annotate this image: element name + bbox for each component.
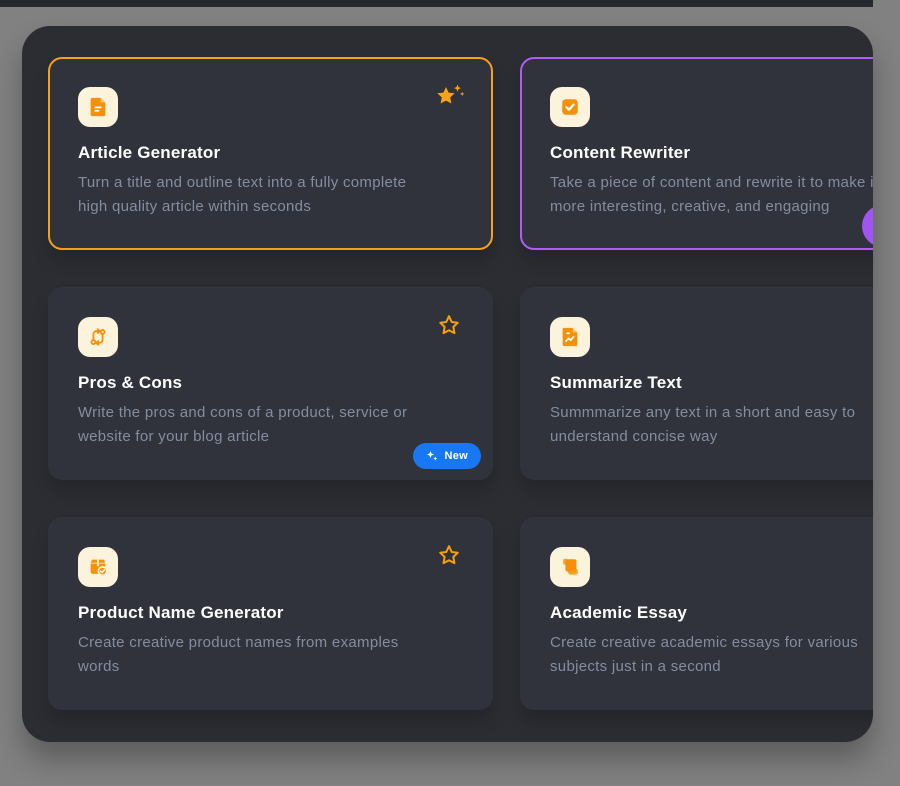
star-outline-icon [437,543,461,567]
document-icon [87,96,109,118]
tool-card-content-rewriter[interactable]: Content Rewriter Take a piece of content… [520,57,873,250]
favorite-star-button[interactable] [433,543,465,571]
document-chart-icon [559,326,581,348]
card-description: Summmarize any text in a short and easy … [550,401,873,449]
card-description: Create creative product names from examp… [78,631,463,679]
star-filled-sparkles-icon [433,83,465,111]
tools-grid: Article Generator Turn a title and outli… [48,57,873,710]
card-description: Write the pros and cons of a product, se… [78,401,463,449]
card-description: Turn a title and outline text into a ful… [78,171,463,219]
card-title: Content Rewriter [550,142,873,164]
new-badge-label: New [444,450,468,462]
card-description: Create creative academic essays for vari… [550,631,873,679]
favorite-star-button[interactable] [433,83,465,111]
tool-card-summarize-text[interactable]: Summarize Text Summmarize any text in a … [520,287,873,480]
scroll-icon [559,556,581,578]
sparkles-icon [426,450,438,462]
star-outline-icon [437,313,461,337]
tool-card-pros-cons[interactable]: Pros & Cons Write the pros and cons of a… [48,287,493,480]
tool-card-article-generator[interactable]: Article Generator Turn a title and outli… [48,57,493,250]
card-title: Product Name Generator [78,602,463,624]
tool-icon-tile [78,87,118,127]
tool-icon-tile [78,317,118,357]
tool-card-product-name-generator[interactable]: Product Name Generator Create creative p… [48,517,493,710]
tool-icon-tile [550,317,590,357]
card-description: Take a piece of content and rewrite it t… [550,171,873,219]
favorite-star-button[interactable] [433,313,465,341]
checkbox-icon [559,96,581,118]
card-title: Summarize Text [550,372,873,394]
top-strip [0,0,873,7]
tool-icon-tile [550,87,590,127]
tool-icon-tile [550,547,590,587]
swap-arrows-icon [87,326,109,348]
card-title: Academic Essay [550,602,873,624]
package-check-icon [87,556,109,578]
card-title: Article Generator [78,142,463,164]
tool-icon-tile [78,547,118,587]
new-badge: New [413,443,481,469]
tool-card-academic-essay[interactable]: Academic Essay Create creative academic … [520,517,873,710]
tools-panel: Article Generator Turn a title and outli… [22,26,873,742]
card-title: Pros & Cons [78,372,463,394]
